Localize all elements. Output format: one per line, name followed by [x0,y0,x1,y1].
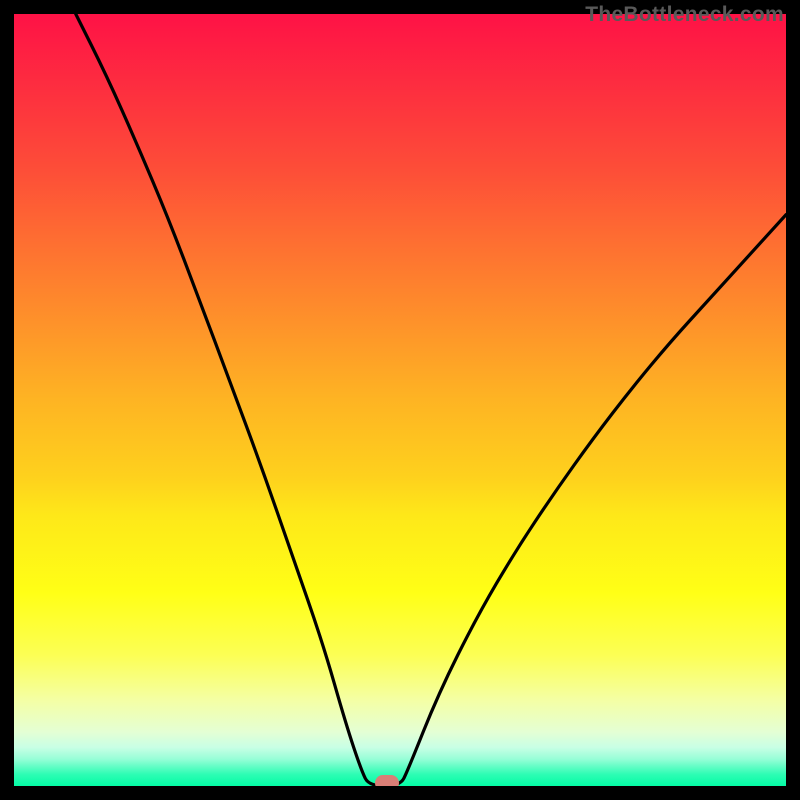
watermark-label: TheBottleneck.com [585,3,784,27]
plot-area [14,14,786,786]
curve-path [76,14,786,786]
optimum-marker [375,775,399,786]
bottleneck-curve [14,14,786,786]
chart-frame: TheBottleneck.com [0,0,800,800]
